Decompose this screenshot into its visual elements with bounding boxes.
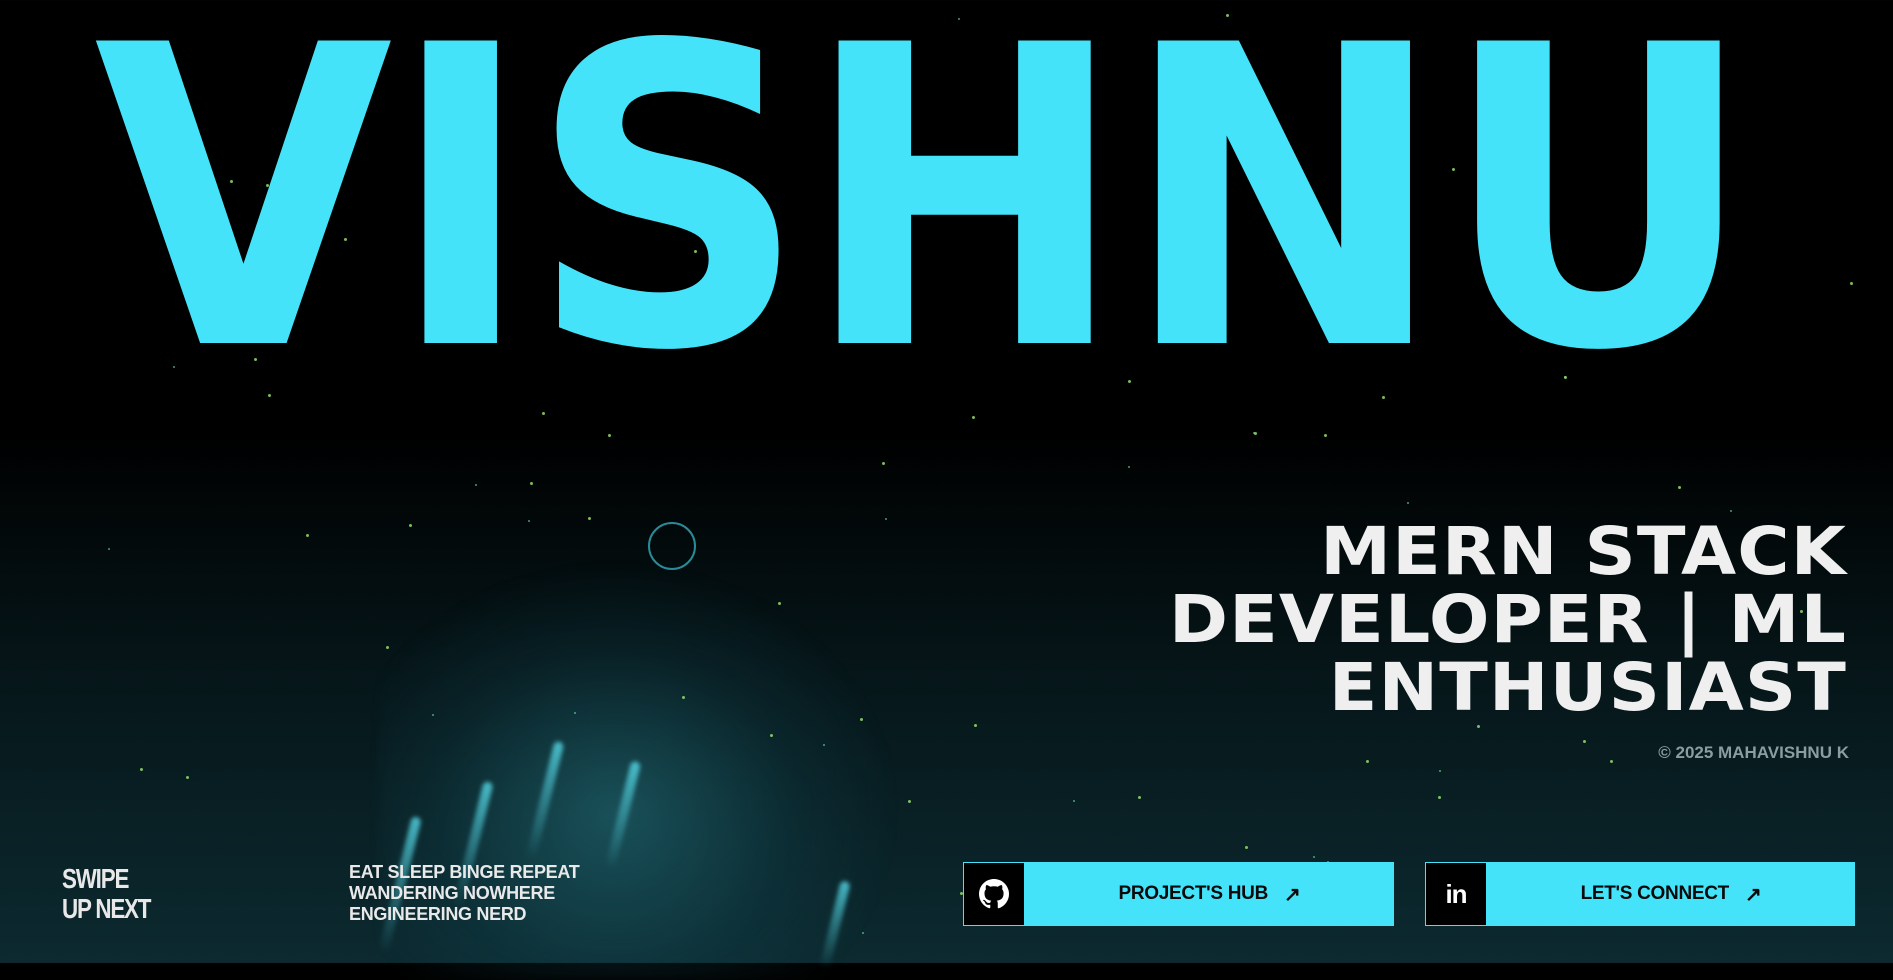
star <box>306 534 309 537</box>
copyright-text: © 2025 MAHAVISHNU K <box>1658 743 1849 762</box>
star <box>386 646 389 649</box>
swipe-line: UP NEXT <box>62 893 151 924</box>
star <box>1583 740 1586 743</box>
star <box>1730 510 1732 512</box>
star <box>432 714 434 716</box>
star <box>574 712 576 714</box>
role-title: MERN STACK DEVELOPER | ML ENTHUSIAST <box>875 518 1847 722</box>
star <box>1245 846 1248 849</box>
star <box>1850 282 1853 285</box>
star <box>1610 760 1613 763</box>
star <box>186 776 189 779</box>
star <box>823 744 825 746</box>
star <box>1407 502 1409 504</box>
star <box>908 800 911 803</box>
star <box>530 482 533 485</box>
lets-connect-label: LET'S CONNECT <box>1580 883 1730 904</box>
star <box>1128 466 1130 468</box>
arrow-up-right-icon: ↗ <box>1284 883 1301 906</box>
linkedin-icon-text: in <box>1445 878 1467 909</box>
star <box>1439 770 1441 772</box>
star <box>860 718 863 721</box>
star <box>528 520 530 522</box>
swipe-up-hint: SWIPE UP NEXT <box>62 863 151 924</box>
star <box>1138 796 1141 799</box>
lets-connect-button[interactable]: in LET'S CONNECT ↗ <box>1425 862 1855 926</box>
tagline-line: WANDERING NOWHERE <box>349 883 555 903</box>
tagline-line: EAT SLEEP BINGE REPEAT <box>349 862 580 882</box>
star <box>1438 796 1441 799</box>
role-line: ENTHUSIAST <box>1328 649 1847 726</box>
swipe-line: SWIPE <box>62 863 129 894</box>
projects-hub-label-wrap: PROJECT'S HUB ↗ <box>1025 862 1394 926</box>
cursor-ring <box>648 522 696 570</box>
star <box>108 548 110 550</box>
tagline-line: ENGINEERING NERD <box>349 904 527 924</box>
star <box>682 696 685 699</box>
star <box>770 734 773 737</box>
star <box>1678 486 1681 489</box>
star <box>475 484 477 486</box>
hero-name: VISHNU <box>94 0 1755 441</box>
star <box>140 768 143 771</box>
role-line: MERN STACK <box>1320 513 1847 590</box>
linkedin-icon: in <box>1425 862 1487 926</box>
star <box>778 602 781 605</box>
github-icon <box>963 862 1025 926</box>
tagline: EAT SLEEP BINGE REPEAT WANDERING NOWHERE… <box>349 862 580 925</box>
star <box>862 932 864 934</box>
projects-hub-button[interactable]: PROJECT'S HUB ↗ <box>963 862 1394 926</box>
arrow-up-right-icon: ↗ <box>1744 883 1762 906</box>
role-line: DEVELOPER | ML <box>1168 581 1847 658</box>
star <box>409 524 412 527</box>
star <box>1366 760 1369 763</box>
lets-connect-label-wrap: LET'S CONNECT ↗ <box>1487 862 1855 926</box>
star <box>882 462 885 465</box>
star <box>974 724 977 727</box>
star <box>1073 800 1075 802</box>
star <box>1313 856 1315 858</box>
projects-hub-label: PROJECT'S HUB <box>1118 883 1269 904</box>
star <box>588 517 591 520</box>
